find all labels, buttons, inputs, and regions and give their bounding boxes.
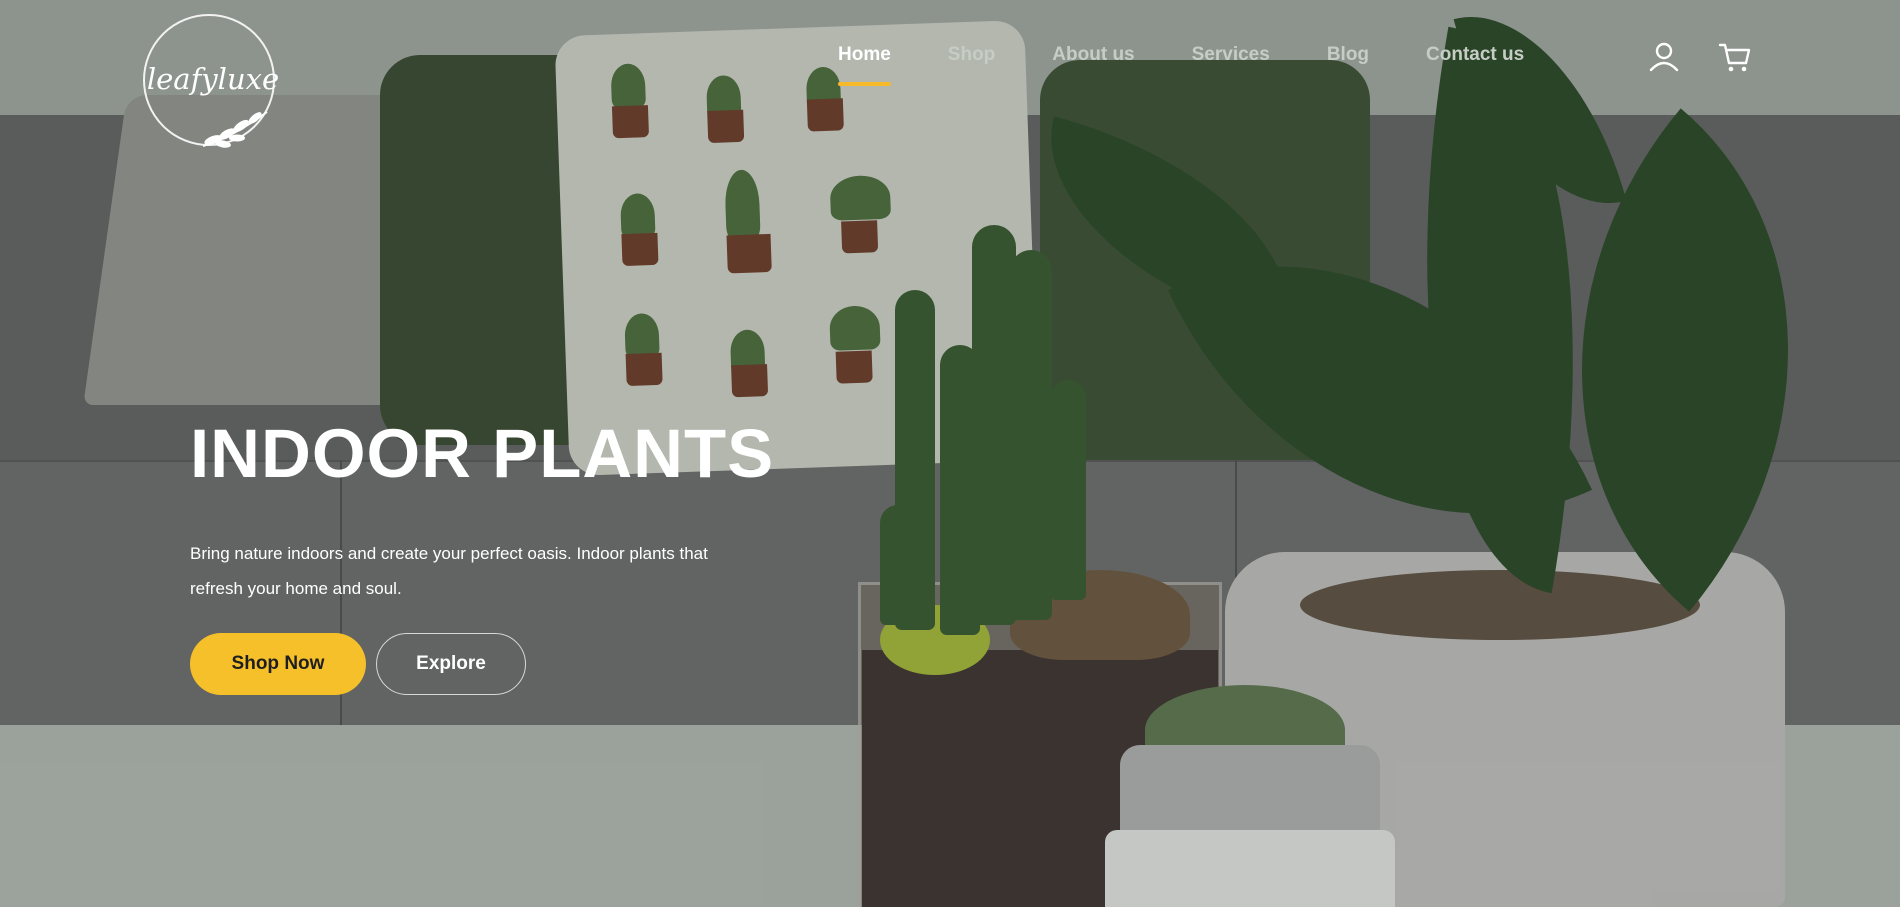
cart-icon[interactable] xyxy=(1718,40,1752,74)
nav-blog[interactable]: Blog xyxy=(1327,44,1369,74)
leaf-branch-icon xyxy=(202,111,268,148)
user-icon[interactable] xyxy=(1647,40,1681,74)
logo-text: leafyluxe xyxy=(146,62,280,96)
shop-now-button[interactable]: Shop Now xyxy=(190,633,366,695)
nav-contact-us[interactable]: Contact us xyxy=(1426,44,1524,74)
hero-title: INDOOR PLANTS xyxy=(190,415,775,492)
nav-services[interactable]: Services xyxy=(1192,44,1270,74)
nav-about-us[interactable]: About us xyxy=(1052,44,1134,74)
main-nav: Home Shop About us Services Blog Contact… xyxy=(838,44,1581,86)
brand-logo[interactable]: leafyluxe xyxy=(143,14,281,152)
explore-button[interactable]: Explore xyxy=(376,633,526,695)
hero-description: Bring nature indoors and create your per… xyxy=(190,544,708,598)
nav-home[interactable]: Home xyxy=(838,44,891,86)
nav-shop[interactable]: Shop xyxy=(948,44,996,74)
